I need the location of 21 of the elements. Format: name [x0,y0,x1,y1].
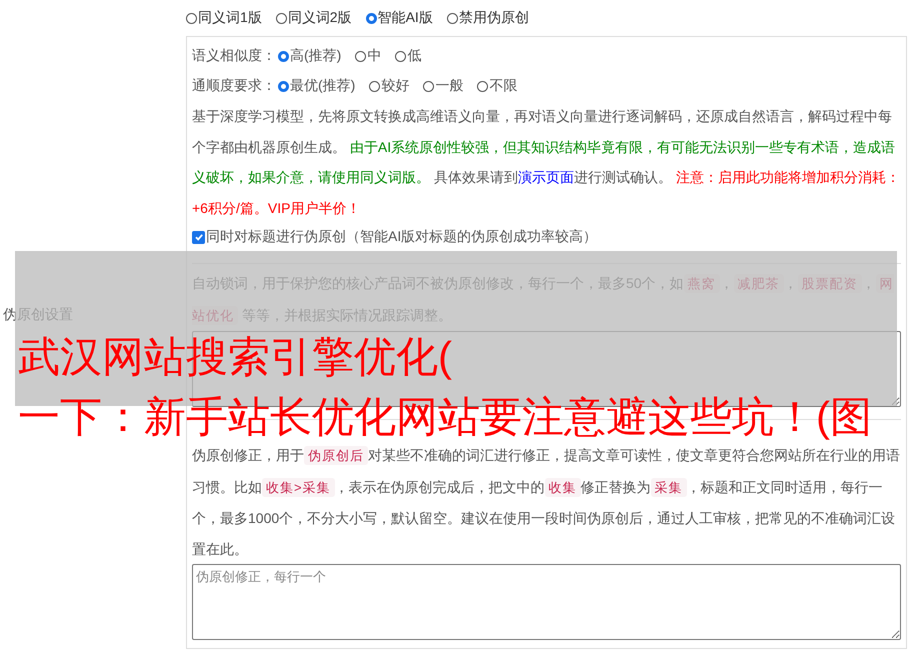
fluency-radio[interactable]: 一般 [423,77,464,95]
version-radio[interactable]: 禁用伪原创 [446,9,529,27]
setting-label: 通顺度要求： [192,77,276,95]
fluency-radio[interactable]: 较好 [369,77,410,95]
similarity-radio[interactable]: 高(推荐) [278,47,342,65]
version-radio[interactable]: 同义词1版 [186,9,262,27]
similarity-radio[interactable]: 低 [395,47,422,65]
correction-description: 伪原创修正，用于 伪原创后 对某些不准确的词汇进行修正，提高文章可读性，使文章更符合您网站所在行业的用语习惯。比如 收集>采集 ，表示在伪原创完成后，把文中的 收集 修正替换为 采集 ，标题和正文同时适用，每行一个，最多1000个，不分大小写，默认留空。建议在使用一段时间伪原创后，通过人工审核，把常见的不准确词汇设置在此。 [192,445,901,558]
title-checkbox[interactable]: 同时对标题进行伪原创（智能AI版对标题的伪原创成功率较高） [192,223,598,251]
headline-overlay: 武汉网站搜索引擎优化( [18,332,452,382]
checkmark-icon [194,232,204,242]
correction-field[interactable]: 伪原创修正，每行一个 [192,564,901,640]
headline-overlay: 一下：新手站长优化网站要注意避这些坑！(图 [18,392,872,442]
fluency-radio[interactable]: 最优(推荐) [278,77,356,95]
similarity-radio[interactable]: 中 [355,47,382,65]
fluency-radio[interactable]: 不限 [477,77,518,95]
version-radio[interactable]: 同义词2版 [276,9,352,27]
version-radio[interactable]: 智能AI版 [366,9,433,27]
ai-description: 基于深度学习模型，先将原文转换成高维语义向量，再对语义向量进行逐词解码，还原成自然语言，解码过程中每个字都由机器原创生成。 由于AI系统原创性较强，但其知识结构毕竟有限，有可能无法识别一些专有术语，造成语义破坏，如果介意，请使用同义词版。 具体效果请到演示页面进行测试确认。 注意：启用此功能将增加积分消耗：+6积分/篇。VIP用户半价！ [192,107,901,218]
setting-label: 语义相似度： [192,47,276,65]
demo-page-link[interactable]: 演示页面 [518,169,574,185]
